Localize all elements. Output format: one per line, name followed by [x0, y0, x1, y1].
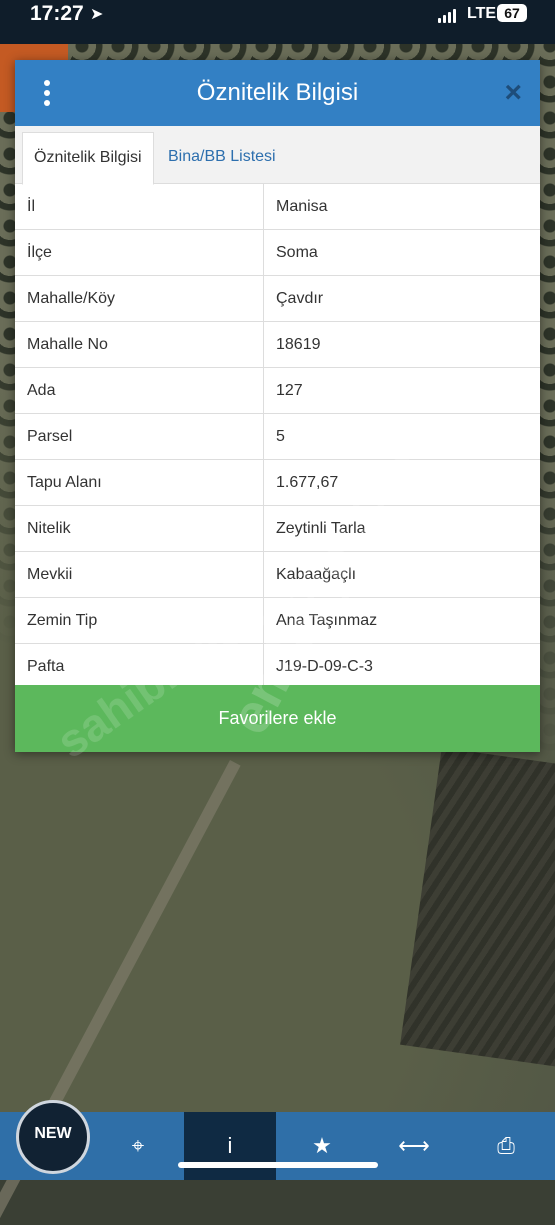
- table-row: Mevkii Kabaağaçlı: [15, 551, 540, 598]
- table-row: Mahalle/Köy Çavdır: [15, 275, 540, 322]
- status-bar: 17:27 ➤ LTE 67: [0, 0, 555, 30]
- info-icon[interactable]: i: [184, 1112, 276, 1180]
- close-icon[interactable]: ×: [504, 76, 522, 110]
- table-row: Parsel 5: [15, 413, 540, 460]
- attribute-value: Soma: [263, 229, 540, 276]
- table-row: Nitelik Zeytinli Tarla: [15, 505, 540, 552]
- table-row: İlçe Soma: [15, 229, 540, 276]
- company-logo: NEW: [16, 1100, 90, 1174]
- print-icon[interactable]: ⎙: [460, 1112, 552, 1180]
- attribute-key: Parsel: [15, 413, 264, 460]
- table-row: Mahalle No 18619: [15, 321, 540, 368]
- table-row: Tapu Alanı 1.677,67: [15, 459, 540, 506]
- attribute-key: Mahalle No: [15, 321, 264, 368]
- table-row: Ada 127: [15, 367, 540, 414]
- attribute-key: Mevkii: [15, 551, 264, 598]
- attribute-key: Nitelik: [15, 505, 264, 552]
- dialog-title: Öznitelik Bilgisi: [196, 79, 359, 106]
- home-indicator[interactable]: [178, 1162, 378, 1168]
- attribute-value: 127: [263, 367, 540, 414]
- network-type: LTE: [467, 5, 497, 22]
- measure-icon[interactable]: ⟷: [368, 1112, 460, 1180]
- attribute-value: 18619: [263, 321, 540, 368]
- logo-text: NEW: [34, 1125, 72, 1142]
- attribute-key: Tapu Alanı: [15, 459, 264, 506]
- star-icon[interactable]: ★: [276, 1112, 368, 1180]
- attribute-value: Manisa: [263, 184, 540, 230]
- attribute-key: İl: [15, 184, 264, 230]
- attribute-key: Mahalle/Köy: [15, 275, 264, 322]
- attribute-key: İlçe: [15, 229, 264, 276]
- tab-bar: Öznitelik Bilgisi Bina/BB Listesi: [15, 126, 540, 185]
- status-time: 17:27: [30, 2, 84, 25]
- table-row: İl Manisa: [15, 184, 540, 230]
- tab-building-list[interactable]: Bina/BB Listesi: [157, 132, 287, 183]
- location-arrow-icon: ➤: [90, 6, 104, 23]
- attribute-key: Ada: [15, 367, 264, 414]
- locate-icon[interactable]: ⌖: [92, 1112, 184, 1180]
- tab-attribute-info[interactable]: Öznitelik Bilgisi: [22, 132, 154, 185]
- battery-icon: 67: [497, 4, 527, 22]
- signal-icon: [438, 7, 456, 23]
- attribute-value: Çavdır: [263, 275, 540, 322]
- dialog-header: Öznitelik Bilgisi ×: [15, 60, 540, 126]
